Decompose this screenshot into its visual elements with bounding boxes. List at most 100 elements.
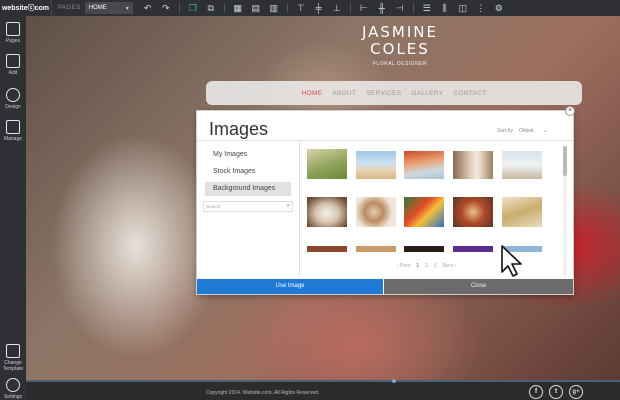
sidebar-item-pages[interactable]: Pages <box>0 22 26 44</box>
sidebar-item-label: Manage <box>3 136 23 142</box>
sidebar-item-label: Add <box>8 70 18 76</box>
site-title[interactable]: JASMINE COLES <box>320 24 480 58</box>
align-top-icon[interactable]: ⊤ <box>296 3 306 13</box>
thumbnail-wedding-beach[interactable] <box>502 151 542 179</box>
close-button[interactable]: Close <box>384 279 573 294</box>
search-placeholder: Search <box>206 204 221 209</box>
nav-about[interactable]: ABOUT <box>332 90 356 97</box>
facebook-icon[interactable]: f <box>529 385 543 399</box>
thumbnail-dark-row[interactable] <box>404 246 444 252</box>
thumbnail-dessert-plate[interactable] <box>453 197 493 227</box>
thumbnail-wedding-couple[interactable] <box>453 151 493 179</box>
sidebar-item-manage[interactable]: Manage <box>0 120 26 142</box>
columns-icon[interactable]: ▥ <box>269 3 279 13</box>
thumbnail-beach-cabana[interactable] <box>404 151 444 179</box>
pagination: ‹ Prev 1 2 3 Next › <box>397 263 456 269</box>
category-background-images[interactable]: Background Images <box>205 182 291 196</box>
sidebar-item-label: Settings <box>3 394 23 400</box>
toolbar-divider <box>178 3 180 13</box>
toolbar-divider <box>349 3 351 13</box>
redo-icon[interactable]: ↷ <box>161 3 171 13</box>
copy-icon[interactable]: ⧉ <box>206 3 216 13</box>
layer-icon[interactable]: ◫ <box>458 3 468 13</box>
thumbnail-wheat[interactable] <box>502 197 542 227</box>
distribute-vertical-icon[interactable]: ☰ <box>422 3 432 13</box>
close-icon[interactable]: × <box>565 106 575 116</box>
nav-contact[interactable]: CONTACT <box>453 90 486 97</box>
thumbnail-food-row[interactable] <box>356 246 396 252</box>
nav-home[interactable]: HOME <box>302 90 323 97</box>
site-footer: Copyright 2014. Website.com. All Rights … <box>26 379 620 400</box>
site-nav: HOME ABOUT SERVICES GALLERY CONTACT <box>206 81 582 105</box>
align-center-icon[interactable]: ╫ <box>377 3 387 13</box>
divider <box>299 141 300 276</box>
toolbar-divider <box>223 3 225 13</box>
align-left-icon[interactable]: ⊢ <box>359 3 369 13</box>
pager-prev[interactable]: ‹ Prev <box>397 263 410 269</box>
sidebar-item-label: Change Template <box>2 360 24 372</box>
layout-icon[interactable]: ▤ <box>251 3 261 13</box>
mouse-pointer-icon <box>501 245 522 277</box>
page-selector[interactable]: HOME ▾ <box>84 2 133 14</box>
sidebar-item-label: Pages <box>5 38 21 44</box>
nav-gallery[interactable]: GALLERY <box>411 90 443 97</box>
grid-icon[interactable]: ▦ <box>233 3 243 13</box>
align-middle-icon[interactable]: ╪ <box>314 3 324 13</box>
pages-label: PAGES <box>58 5 81 11</box>
footer-divider <box>26 380 620 382</box>
thumbnail-beach-umbrella[interactable] <box>356 151 396 179</box>
sidebar-item-settings[interactable]: Settings <box>0 378 26 400</box>
category-stock-images[interactable]: Stock Images <box>205 165 291 179</box>
thumbnail-purple-row[interactable] <box>453 246 493 252</box>
resize-handle[interactable] <box>392 379 396 383</box>
toolbar-divider <box>286 3 288 13</box>
scrollbar-thumb[interactable] <box>563 146 567 176</box>
copyright-text: Copyright 2014. Website.com. All Rights … <box>206 390 320 396</box>
site-title-line2: COLES <box>370 40 430 58</box>
thumbnail-coffee-latte[interactable] <box>356 197 396 227</box>
align-bottom-icon[interactable]: ⊥ <box>332 3 342 13</box>
pager-next[interactable]: Next › <box>443 263 456 269</box>
more-icon[interactable]: ⋮ <box>476 3 486 13</box>
thumbnail-brown-row[interactable] <box>307 246 347 252</box>
search-input[interactable]: Search ⌕ <box>203 201 293 212</box>
chevron-down-icon[interactable]: ⌄ <box>543 127 548 134</box>
undo-icon[interactable]: ↶ <box>143 3 153 13</box>
twitter-icon[interactable]: t <box>549 385 563 399</box>
duplicate-icon[interactable]: ❐ <box>188 3 198 13</box>
pages-icon <box>6 22 20 36</box>
left-sidebar: Pages Add Design Manage Change Template … <box>0 16 26 400</box>
thumbnail-parrot[interactable] <box>404 197 444 227</box>
sort-select[interactable]: Oldest <box>519 128 533 134</box>
sidebar-item-add[interactable]: Add <box>0 54 26 76</box>
thumbnail-green-field[interactable] <box>307 149 347 179</box>
settings-icon[interactable]: ⚙ <box>494 3 504 13</box>
page-selector-value: HOME <box>88 5 107 11</box>
align-right-icon[interactable]: ⊣ <box>395 3 405 13</box>
website-logo[interactable]: websiteⓒcom <box>0 0 52 16</box>
pager-page-2[interactable]: 2 <box>425 263 428 269</box>
manage-icon <box>6 120 20 134</box>
sidebar-item-change-template[interactable]: Change Template <box>0 344 26 372</box>
use-image-button[interactable]: Use Image <box>197 279 383 294</box>
toolbar-divider <box>412 3 414 13</box>
divider <box>197 140 573 141</box>
google-plus-icon[interactable]: g+ <box>569 385 583 399</box>
site-subtitle: FLORAL DESIGNER <box>372 61 428 67</box>
gear-icon <box>6 378 20 392</box>
sort-label: Sort by <box>497 128 513 134</box>
nav-services[interactable]: SERVICES <box>366 90 401 97</box>
add-icon <box>6 54 20 68</box>
pager-page-3[interactable]: 3 <box>434 263 437 269</box>
thumbnail-coffee-cup[interactable] <box>307 197 347 227</box>
scrollbar[interactable] <box>563 146 567 276</box>
sidebar-item-design[interactable]: Design <box>0 88 26 110</box>
chevron-down-icon: ▾ <box>125 5 129 12</box>
category-my-images[interactable]: My Images <box>205 148 291 162</box>
template-icon <box>6 344 20 358</box>
distribute-horizontal-icon[interactable]: ⫼ <box>440 3 450 13</box>
palette-icon <box>6 88 20 102</box>
pager-page-1[interactable]: 1 <box>416 263 419 269</box>
search-icon[interactable]: ⌕ <box>287 202 290 211</box>
top-toolbar: websiteⓒcom PAGES HOME ▾ ↶ ↷ ❐ ⧉ ▦ ▤ ▥ ⊤… <box>0 0 620 16</box>
